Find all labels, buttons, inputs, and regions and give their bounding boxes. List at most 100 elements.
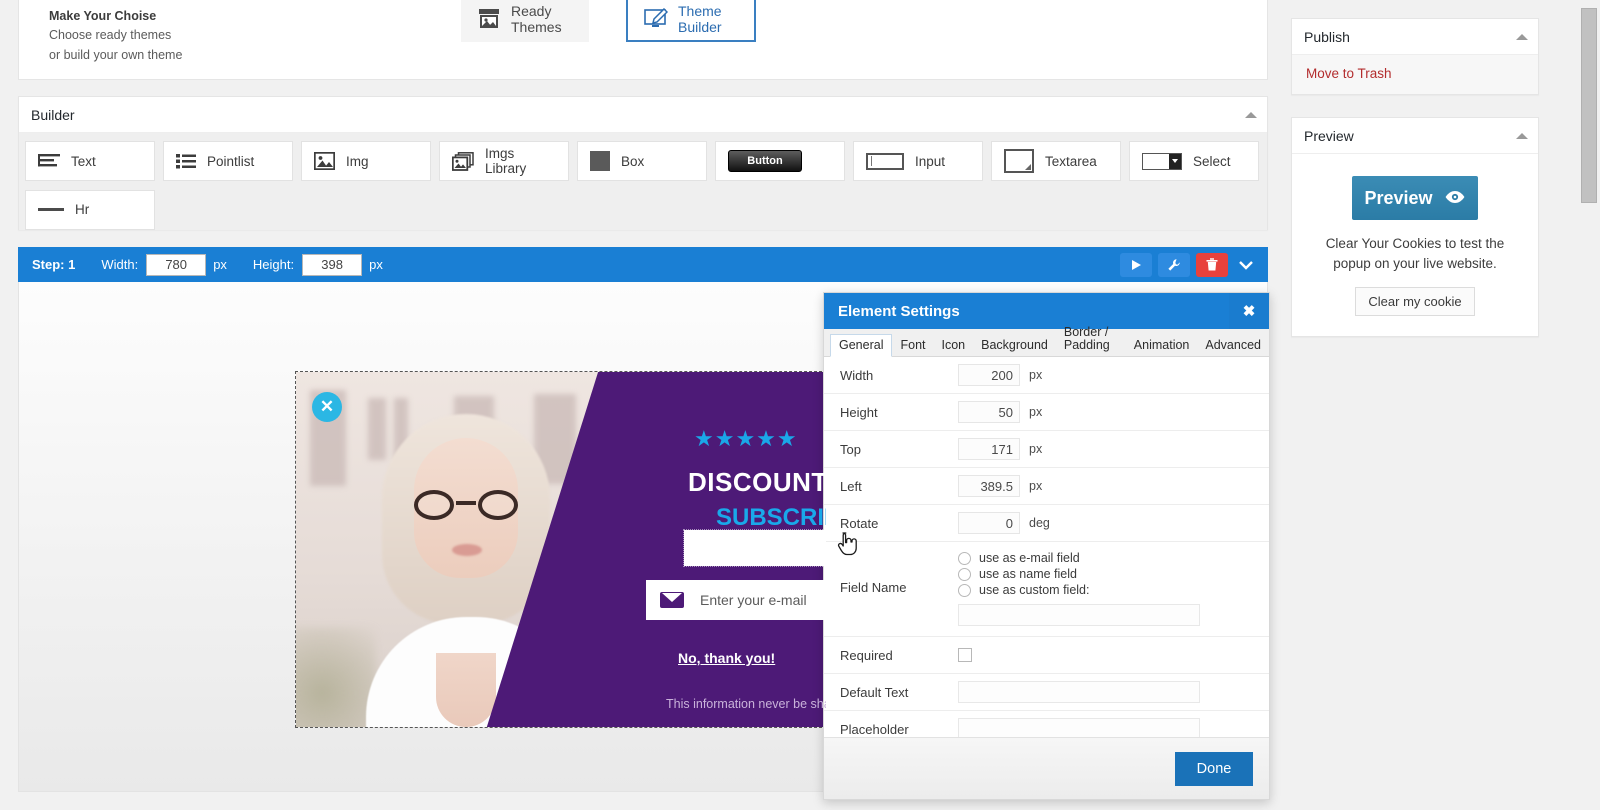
builder-element-select[interactable]: Select [1129, 141, 1259, 181]
builder-panel-header: Builder [19, 97, 1267, 133]
right-sidebar: Publish Move to Trash Preview Preview Cl… [1291, 18, 1539, 338]
chevron-down-icon[interactable] [1234, 253, 1258, 277]
default-text-input[interactable] [958, 681, 1200, 703]
preview-collapse-icon[interactable] [1516, 132, 1528, 139]
builder-element-pointlist[interactable]: Pointlist [163, 141, 293, 181]
left-input[interactable] [958, 475, 1020, 497]
default-text-label: Default Text [840, 684, 909, 700]
clear-my-cookie-button[interactable]: Clear my cookie [1355, 287, 1475, 317]
step-height-input[interactable] [302, 253, 363, 276]
field-name-options: use as e-mail field use as name field us… [958, 550, 1200, 626]
tab-border-padding[interactable]: Border / Padding [1056, 322, 1126, 356]
builder-element-label: Box [621, 153, 645, 169]
trash-icon[interactable] [1196, 252, 1228, 277]
builder-panel: Builder Text Pointlist Img Imgs Library … [18, 96, 1268, 230]
done-button[interactable]: Done [1175, 751, 1253, 786]
row-height: Height px [824, 394, 1269, 431]
button-glyph-icon: Button [728, 150, 802, 172]
tab-background[interactable]: Background [973, 335, 1056, 357]
top-input[interactable] [958, 438, 1020, 460]
theme-choice-line2: Choose ready themes [49, 28, 172, 43]
step-width-unit: px [213, 257, 227, 272]
model-neck [436, 653, 496, 727]
publish-panel: Publish Move to Trash [1291, 18, 1539, 95]
required-label: Required [840, 647, 893, 663]
radio-option-name[interactable]: use as name field [958, 566, 1200, 582]
tab-animation[interactable]: Animation [1126, 335, 1198, 357]
radio-name-input[interactable] [958, 567, 971, 581]
builder-title: Builder [31, 106, 75, 123]
app-root: Make Your Choise Choose ready themes or … [0, 0, 1600, 810]
builder-element-img[interactable]: Img [301, 141, 431, 181]
height-label: Height [840, 404, 878, 420]
popup-close-icon[interactable]: ✕ [312, 392, 342, 422]
builder-element-hr[interactable]: Hr [25, 189, 155, 230]
theme-choice-panel: Make Your Choise Choose ready themes or … [18, 0, 1268, 80]
preview-panel-header: Preview [1292, 118, 1538, 154]
popup-subheadline: SUBSCRIBE [716, 504, 826, 531]
builder-collapse-icon[interactable] [1245, 111, 1257, 118]
row-field-name: Field Name use as e-mail field use as na… [824, 542, 1269, 637]
close-icon[interactable]: ✖ [1229, 293, 1269, 329]
step-width-input[interactable] [146, 253, 207, 276]
builder-element-imgs-library[interactable]: Imgs Library [439, 141, 569, 181]
theme-builder-button[interactable]: Theme Builder [626, 0, 756, 42]
tab-icon[interactable]: Icon [934, 335, 974, 357]
left-label: Left [840, 478, 862, 494]
preview-button[interactable]: Preview [1352, 176, 1478, 220]
step-width-label: Width: [101, 257, 139, 272]
radio-name-label: use as name field [979, 567, 1077, 581]
play-icon[interactable] [1120, 252, 1152, 277]
popup-privacy-note: This information never be shared [666, 697, 826, 711]
builder-element-label: Textarea [1045, 153, 1097, 169]
button-glyph-label: Button [728, 150, 802, 172]
rotate-input[interactable] [958, 512, 1020, 534]
page-scrollbar-thumb[interactable] [1581, 8, 1597, 203]
height-unit: px [1029, 405, 1043, 419]
element-settings-dialog: Element Settings ✖ General Font Icon Bac… [823, 292, 1270, 800]
element-settings-header: Element Settings ✖ [824, 293, 1269, 329]
radio-option-email[interactable]: use as e-mail field [958, 550, 1200, 566]
theme-choice-title: Make Your Choise [49, 9, 157, 23]
builder-element-label: Pointlist [207, 153, 255, 169]
builder-element-box[interactable]: Box [577, 141, 707, 181]
width-input[interactable] [958, 364, 1020, 386]
builder-element-text[interactable]: Text [25, 141, 155, 181]
popup-email-input[interactable]: Enter your e-mail [646, 580, 826, 620]
tab-general[interactable]: General [830, 333, 893, 357]
element-settings-tabs: General Font Icon Background Border / Pa… [824, 326, 1269, 357]
wrench-icon[interactable] [1158, 252, 1190, 277]
row-left: Left px [824, 468, 1269, 505]
horizontal-rule-icon [38, 208, 64, 211]
custom-field-input[interactable] [958, 604, 1200, 626]
model-lips [452, 544, 482, 556]
ready-themes-button[interactable]: Ready Themes [461, 0, 589, 42]
preview-note: Clear Your Cookies to test the popup on … [1325, 236, 1505, 271]
popup-preview[interactable]: ✕ ★★★★★ DISCOUNT SUBSCRIBE Enter your e-… [295, 371, 827, 728]
radio-custom-label: use as custom field: [979, 583, 1090, 597]
popup-name-input[interactable] [683, 529, 826, 567]
popup-no-thanks-link[interactable]: No, thank you! [678, 650, 775, 666]
radio-email-input[interactable] [958, 551, 971, 565]
required-checkbox[interactable] [958, 648, 972, 662]
radio-option-custom[interactable]: use as custom field: [958, 582, 1200, 598]
step-toolbar: Step: 1 Width: px Height: px [18, 247, 1268, 282]
publish-panel-header: Publish [1292, 19, 1538, 55]
move-to-trash-link[interactable]: Move to Trash [1306, 66, 1392, 81]
builder-element-textarea[interactable]: Textarea [991, 141, 1121, 181]
builder-element-button[interactable]: Button [715, 141, 845, 181]
top-unit: px [1029, 442, 1043, 456]
builder-element-label: Img [346, 153, 369, 169]
bullet-list-icon [176, 153, 196, 169]
width-label: Width [840, 367, 874, 383]
publish-collapse-icon[interactable] [1516, 33, 1528, 40]
radio-custom-input[interactable] [958, 583, 971, 597]
tab-font[interactable]: Font [892, 335, 933, 357]
tab-advanced[interactable]: Advanced [1197, 335, 1269, 357]
eye-icon [1444, 188, 1466, 209]
row-rotate: Rotate deg [824, 505, 1269, 542]
page-scrollbar[interactable] [1578, 0, 1600, 810]
height-input[interactable] [958, 401, 1020, 423]
popup-headline: DISCOUNT [688, 467, 826, 497]
builder-element-input[interactable]: Input [853, 141, 983, 181]
